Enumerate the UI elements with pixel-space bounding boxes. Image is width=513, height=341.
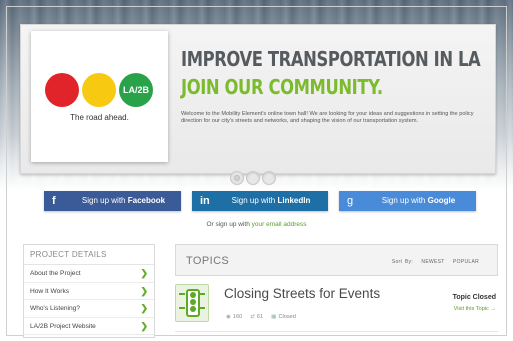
visit-topic-link[interactable]: Visit this Topic →	[454, 306, 496, 312]
topic-row[interactable]: Closing Streets for Events ◉ 160 ⇄ 61 ▦ Clo…	[175, 276, 498, 332]
comment-icon: ⇄	[250, 314, 255, 320]
project-nav-label: About the Project	[30, 270, 81, 277]
calendar-icon: ▦	[271, 314, 277, 320]
sort-newest-link[interactable]: NEWEST	[421, 259, 444, 265]
project-nav-label: LA/2B Project Website	[30, 322, 96, 330]
eye-icon: ◉	[226, 314, 231, 320]
signup-linkedin-button[interactable]: in Sign up with LinkedIn	[192, 191, 328, 211]
topic-status: Topic Closed	[452, 294, 496, 301]
project-details-panel: PROJECT DETAILS About the Project ❯ How …	[23, 244, 155, 338]
signup-google-button[interactable]: g Sign up with Google	[339, 191, 476, 211]
project-nav-how-it-works[interactable]: How It Works ❯	[24, 283, 154, 300]
topics-heading: TOPICS	[186, 255, 230, 267]
carousel-pager	[230, 171, 276, 185]
sort-label: Sort By:	[391, 259, 414, 265]
comments-count: ⇄ 61	[250, 314, 264, 320]
google-button-label: Sign up with Google	[381, 196, 456, 205]
project-nav-label: How It Works	[30, 287, 70, 295]
sort-popular-link[interactable]: POPULAR	[453, 259, 479, 265]
project-nav-label: Who's Listening?	[30, 305, 81, 312]
project-details-heading: PROJECT DETAILS	[24, 245, 154, 265]
hero-banner: LA/2B The road ahead. IMPROVE TRANSPORTA…	[20, 24, 496, 174]
topic-title[interactable]: Closing Streets for Events	[224, 286, 380, 301]
hero-subtitle: JOIN OUR COMMUNITY.	[181, 75, 383, 99]
project-nav-whos-listening[interactable]: Who's Listening? ❯	[24, 300, 154, 318]
signup-facebook-button[interactable]: f Sign up with Facebook	[44, 191, 181, 211]
la2b-logo: LA/2B The road ahead.	[31, 31, 168, 162]
topic-state: ▦ Closed	[271, 314, 296, 320]
sort-controls: Sort By: NEWEST POPULAR	[392, 259, 479, 265]
facebook-button-label: Sign up with Facebook	[81, 196, 166, 205]
hero-title: IMPROVE TRANSPORTATION IN LA	[181, 47, 481, 71]
facebook-icon: f	[52, 195, 56, 207]
email-signup-prefix: Or sign up with	[206, 221, 250, 228]
traffic-light-icon	[175, 284, 209, 322]
views-count: ◉ 160	[226, 314, 243, 320]
topics-header: TOPICS Sort By: NEWEST POPULAR	[175, 244, 498, 276]
topic-meta: ◉ 160 ⇄ 61 ▦ Closed	[226, 314, 296, 320]
project-nav-website[interactable]: LA/2B Project Website ❯	[24, 318, 154, 335]
carousel-dot-2[interactable]	[246, 171, 260, 185]
email-signup-link[interactable]: your email address	[252, 221, 307, 228]
chevron-right-icon: ❯	[140, 268, 148, 278]
linkedin-icon: in	[200, 195, 210, 207]
google-icon: g	[347, 195, 354, 207]
email-signup-line: Or sign up with your email address	[0, 221, 513, 228]
project-nav-about[interactable]: About the Project ❯	[24, 265, 154, 283]
chevron-right-icon: ❯	[140, 320, 148, 331]
hero-description: Welcome to the Mobility Element's online…	[181, 111, 474, 124]
logo-green-badge: LA/2B	[119, 73, 153, 107]
chevron-right-icon: ❯	[140, 285, 148, 296]
logo-tagline: The road ahead.	[70, 113, 129, 122]
topics-panel: TOPICS Sort By: NEWEST POPULAR Closing S…	[175, 244, 498, 338]
carousel-dot-1[interactable]	[230, 171, 244, 185]
chevron-right-icon: ❯	[140, 303, 148, 313]
linkedin-button-label: Sign up with LinkedIn	[231, 196, 311, 205]
logo-red-dot	[45, 73, 79, 107]
logo-yellow-dot	[82, 73, 116, 107]
carousel-dot-3[interactable]	[262, 171, 276, 185]
